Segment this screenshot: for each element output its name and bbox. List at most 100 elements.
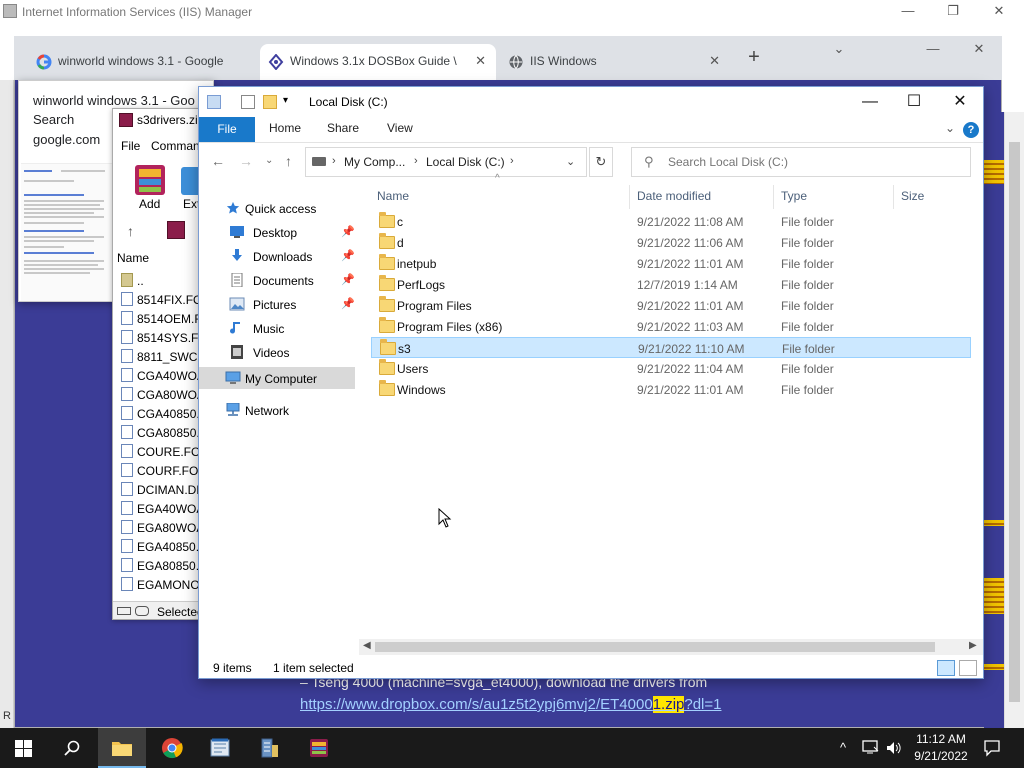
- large-icons-view-icon[interactable]: [959, 660, 977, 676]
- taskbar-clock[interactable]: 11:12 AM 9/21/2022: [908, 731, 974, 765]
- column-header-size[interactable]: Size: [901, 189, 924, 203]
- list-item[interactable]: 8514OEM.FC: [117, 309, 201, 328]
- list-item[interactable]: EGA80850.F: [117, 556, 201, 575]
- list-item[interactable]: EGA80WOA: [117, 518, 201, 537]
- iis-minimize-button[interactable]: —: [897, 2, 919, 20]
- list-item[interactable]: ..: [117, 271, 201, 290]
- search-input[interactable]: [666, 153, 956, 171]
- new-tab-button[interactable]: +: [742, 45, 766, 69]
- taskbar-chrome[interactable]: [148, 728, 196, 768]
- show-hidden-icons-chevron-icon[interactable]: ^: [840, 740, 846, 755]
- list-item[interactable]: 8811_SWC.II: [117, 347, 201, 366]
- list-item[interactable]: EGA40850.F: [117, 537, 201, 556]
- taskbar-winrar[interactable]: [296, 728, 344, 768]
- taskbar-search-button[interactable]: [48, 728, 96, 768]
- address-bar[interactable]: › My Comp... › Local Disk (C:) › ⌄: [305, 147, 587, 177]
- table-row[interactable]: inetpub 9/21/2022 11:01 AM File folder: [371, 253, 971, 274]
- up-arrow-icon[interactable]: ↑: [285, 153, 292, 169]
- breadcrumb-local-disk[interactable]: Local Disk (C:): [426, 155, 505, 169]
- table-row[interactable]: Program Files 9/21/2022 11:01 AM File fold…: [371, 295, 971, 316]
- iis-close-button[interactable]: ✕: [988, 2, 1010, 20]
- start-button[interactable]: [0, 728, 48, 768]
- winrar-menu-file[interactable]: File: [121, 139, 140, 153]
- forward-arrow-icon[interactable]: →: [239, 153, 253, 169]
- notifications-icon[interactable]: [983, 739, 1001, 757]
- breadcrumb-separator-icon[interactable]: ›: [332, 155, 336, 167]
- nav-documents[interactable]: Documents 📌: [199, 269, 355, 291]
- close-tab-icon[interactable]: ✕: [475, 53, 486, 69]
- iis-maximize-button[interactable]: ❐: [942, 2, 964, 20]
- list-item[interactable]: EGA40WOA: [117, 499, 201, 518]
- list-item[interactable]: CGA80850.F: [117, 423, 201, 442]
- network-status-icon[interactable]: [862, 739, 880, 755]
- pin-icon[interactable]: 📌: [341, 249, 355, 262]
- browser-scrollbar[interactable]: [1004, 112, 1024, 728]
- tab-dosbox-guide[interactable]: Windows 3.1x DOSBox Guide \ V ✕: [260, 44, 496, 80]
- pin-icon[interactable]: 📌: [341, 225, 355, 238]
- list-item[interactable]: DCIMAN.DL: [117, 480, 201, 499]
- list-item[interactable]: COURE.FO_: [117, 442, 201, 461]
- new-folder-icon[interactable]: [263, 95, 277, 109]
- nav-my-computer[interactable]: My Computer: [199, 367, 355, 389]
- browser-close-button[interactable]: ✕: [968, 40, 990, 58]
- taskbar-server-manager[interactable]: [246, 728, 294, 768]
- tab-iis-windows[interactable]: IIS Windows ✕: [500, 44, 730, 80]
- pin-icon[interactable]: 📌: [341, 297, 355, 310]
- explorer-minimize-button[interactable]: —: [847, 90, 893, 114]
- explorer-maximize-button[interactable]: ☐: [891, 90, 937, 114]
- nav-videos[interactable]: Videos: [199, 341, 355, 363]
- list-item[interactable]: COURF.FO_: [117, 461, 201, 480]
- nav-pictures[interactable]: Pictures 📌: [199, 293, 355, 315]
- tab-search-chevron-icon[interactable]: ⌄: [828, 40, 850, 58]
- recent-locations-chevron-icon[interactable]: ⌄: [265, 155, 273, 166]
- table-row[interactable]: c 9/21/2022 11:08 AM File folder: [371, 211, 971, 232]
- volume-icon[interactable]: [886, 740, 902, 756]
- browser-minimize-button[interactable]: —: [922, 40, 944, 58]
- ribbon-tab-share[interactable]: Share: [327, 121, 359, 135]
- horizontal-scrollbar[interactable]: ◀ ▶: [359, 639, 983, 655]
- address-dropdown-icon[interactable]: ⌄: [566, 155, 575, 168]
- scroll-left-icon[interactable]: ◀: [363, 640, 371, 651]
- taskbar-notepad[interactable]: [196, 728, 244, 768]
- winrar-add-button[interactable]: Add: [133, 163, 173, 211]
- page-download-link[interactable]: https://www.dropbox.com/s/au1z5t2ypj6mvj…: [300, 696, 722, 713]
- column-header-name[interactable]: Name: [377, 189, 409, 203]
- back-arrow-icon[interactable]: ←: [211, 153, 225, 169]
- list-item[interactable]: CGA80WOA: [117, 385, 201, 404]
- column-divider[interactable]: [629, 185, 630, 209]
- details-view-icon[interactable]: [937, 660, 955, 676]
- list-item[interactable]: 8514FIX.FO: [117, 290, 201, 309]
- nav-desktop[interactable]: Desktop 📌: [199, 221, 355, 243]
- table-row[interactable]: s3 9/21/2022 11:10 AM File folder: [371, 337, 971, 358]
- quick-access-dropdown-icon[interactable]: ▾: [283, 95, 297, 109]
- list-item[interactable]: EGAMONO.: [117, 575, 201, 594]
- taskbar-file-explorer[interactable]: [98, 728, 146, 768]
- column-header-type[interactable]: Type: [781, 189, 807, 203]
- ribbon-tab-file[interactable]: File: [199, 117, 255, 142]
- properties-icon[interactable]: [241, 95, 255, 109]
- winrar-name-header[interactable]: Name: [117, 251, 149, 265]
- scroll-right-icon[interactable]: ▶: [969, 640, 977, 651]
- ribbon-tab-view[interactable]: View: [387, 121, 413, 135]
- table-row[interactable]: Program Files (x86) 9/21/2022 11:03 AM Fil…: [371, 316, 971, 337]
- nav-quick-access[interactable]: Quick access: [199, 197, 355, 219]
- close-tab-icon[interactable]: ✕: [709, 53, 720, 69]
- table-row[interactable]: PerfLogs 12/7/2019 1:14 AM File folder: [371, 274, 971, 295]
- table-row[interactable]: d 9/21/2022 11:06 AM File folder: [371, 232, 971, 253]
- tab-google-search[interactable]: winworld windows 3.1 - Google: [28, 44, 258, 80]
- breadcrumb-separator-icon[interactable]: ›: [510, 155, 514, 167]
- refresh-button[interactable]: ↻: [589, 147, 613, 177]
- winrar-up-icon[interactable]: ↑: [127, 223, 134, 239]
- pin-icon[interactable]: 📌: [341, 273, 355, 286]
- ribbon-tab-home[interactable]: Home: [269, 121, 301, 135]
- column-divider[interactable]: [773, 185, 774, 209]
- horizontal-scroll-thumb[interactable]: [375, 642, 935, 652]
- list-item[interactable]: 8514SYS.FO: [117, 328, 201, 347]
- table-row[interactable]: Windows 9/21/2022 11:01 AM File folder: [371, 379, 971, 400]
- breadcrumb-my-computer[interactable]: My Comp...: [344, 155, 405, 169]
- list-item[interactable]: CGA40WOA: [117, 366, 201, 385]
- column-divider[interactable]: [893, 185, 894, 209]
- search-box[interactable]: ⚲: [631, 147, 971, 177]
- help-icon[interactable]: ?: [963, 122, 979, 138]
- list-item[interactable]: CGA40850.F: [117, 404, 201, 423]
